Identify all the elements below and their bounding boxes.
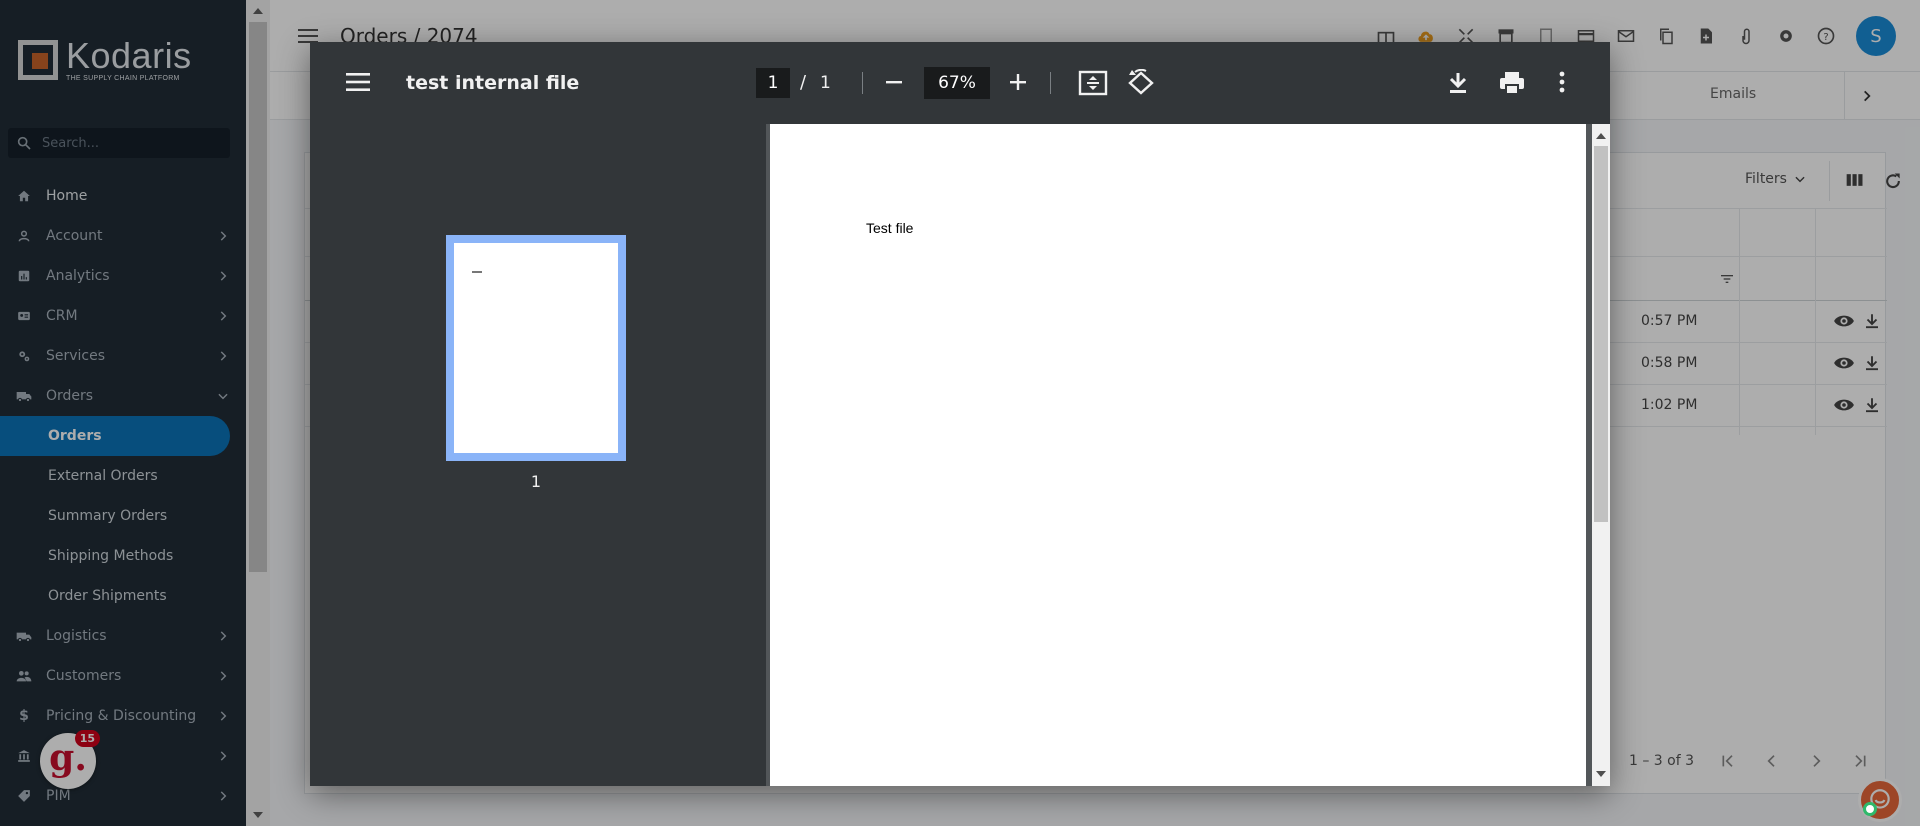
document-title: test internal file [406, 72, 580, 94]
menu-icon[interactable] [346, 72, 370, 96]
download-icon[interactable] [1446, 70, 1470, 100]
divider [862, 72, 863, 94]
thumbnail-sidebar: 1 [310, 124, 766, 786]
pdf-toolbar: test internal file / 1 67% [310, 42, 1610, 124]
print-icon[interactable] [1498, 70, 1526, 100]
scroll-down-arrow-icon[interactable] [1596, 771, 1606, 777]
zoom-level-input[interactable]: 67% [924, 67, 990, 99]
document-view[interactable]: Test file [766, 124, 1592, 786]
page-separator: / [800, 72, 807, 93]
document-page: Test file [770, 124, 1586, 786]
page-thumbnail[interactable] [446, 235, 626, 461]
page-number-input[interactable] [756, 68, 790, 98]
online-status-dot [1863, 802, 1877, 816]
pdf-viewer: test internal file / 1 67% 1 Test file [310, 42, 1610, 786]
more-options-icon[interactable] [1558, 70, 1566, 98]
zoom-in-icon[interactable] [1008, 72, 1028, 96]
total-pages: 1 [820, 73, 831, 93]
fit-to-page-icon[interactable] [1078, 69, 1108, 101]
document-scrollbar[interactable] [1592, 124, 1610, 786]
scrollbar-thumb[interactable] [1594, 146, 1608, 522]
thumbnail-page-number: 1 [530, 472, 542, 491]
scroll-up-arrow-icon[interactable] [1596, 133, 1606, 139]
divider [1050, 72, 1051, 94]
zoom-out-icon[interactable] [884, 72, 904, 96]
thumbnail-page [454, 243, 618, 453]
page-text: Test file [866, 220, 914, 236]
rotate-icon[interactable] [1126, 68, 1156, 101]
